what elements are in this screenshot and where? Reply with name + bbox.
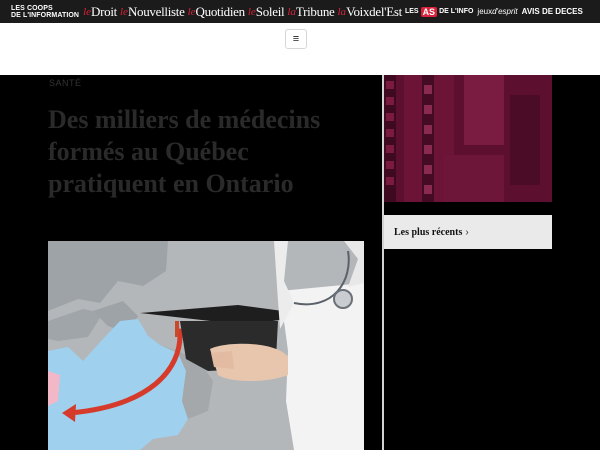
article-hero-image bbox=[48, 241, 364, 450]
paper-name: Tribune bbox=[295, 3, 335, 19]
paper-name: Quotidien bbox=[195, 3, 246, 19]
jeux-label: jeux bbox=[477, 7, 493, 16]
paper-link-voix-de-l-est[interactable]: la Voixdel'Est bbox=[337, 3, 403, 20]
article-category[interactable]: SANTÉ bbox=[49, 78, 82, 88]
hamburger-icon: ≡ bbox=[292, 32, 300, 45]
paper-name: Voixdel'Est bbox=[346, 3, 402, 19]
paper-prefix: le bbox=[119, 5, 128, 18]
most-recent-link[interactable]: Les plus récents › bbox=[384, 215, 552, 249]
paper-prefix: la bbox=[287, 5, 296, 18]
paper-link-quotidien[interactable]: le Quotidien bbox=[187, 3, 246, 20]
paper-prefix: le bbox=[187, 5, 196, 18]
menu-button[interactable]: ≡ bbox=[285, 29, 307, 49]
jeux-suffix: d'esprit bbox=[492, 7, 518, 16]
paper-prefix: le bbox=[83, 5, 92, 18]
paper-name: Soleil bbox=[255, 3, 285, 19]
site-header: ≡ bbox=[0, 23, 600, 75]
paper-link-tribune[interactable]: la Tribune bbox=[287, 4, 334, 20]
most-recent-label: Les plus récents bbox=[394, 226, 463, 238]
hero-illustration bbox=[48, 241, 364, 450]
as-prefix: LES bbox=[404, 8, 419, 15]
paper-name: Nouvelliste bbox=[127, 3, 185, 19]
coops-logo-line2: DE L'INFORMATION bbox=[11, 11, 80, 19]
as-suffix: DE L'INFO bbox=[439, 8, 474, 15]
coops-logo-line1: LES COOPS bbox=[11, 4, 53, 12]
paper-link-droit[interactable]: le Droit bbox=[83, 4, 117, 20]
coops-logo[interactable]: LES COOPS DE L'INFORMATION bbox=[11, 5, 79, 19]
as-de-l-info-link[interactable]: LES AS DE L'INFO bbox=[404, 6, 474, 17]
sidebar-ad-image[interactable] bbox=[384, 75, 552, 202]
paper-name: Droit bbox=[91, 3, 117, 19]
paper-prefix: la bbox=[337, 5, 347, 18]
article-headline: Des milliers de médecins formés au Québe… bbox=[48, 105, 321, 198]
paper-prefix: le bbox=[247, 5, 256, 18]
paper-link-nouvelliste[interactable]: le Nouvelliste bbox=[120, 4, 185, 20]
top-navigation-bar: LES COOPS DE L'INFORMATION le Droit le Nou… bbox=[0, 0, 600, 23]
as-badge: AS bbox=[420, 6, 438, 17]
film-strip-image bbox=[384, 75, 552, 202]
avis-de-deces-link[interactable]: AVIS DE DECES bbox=[522, 7, 583, 16]
chevron-right-icon: › bbox=[465, 226, 469, 238]
paper-link-soleil[interactable]: le Soleil bbox=[248, 4, 285, 20]
jeux-d-esprit-link[interactable]: jeuxd'esprit bbox=[477, 7, 517, 16]
